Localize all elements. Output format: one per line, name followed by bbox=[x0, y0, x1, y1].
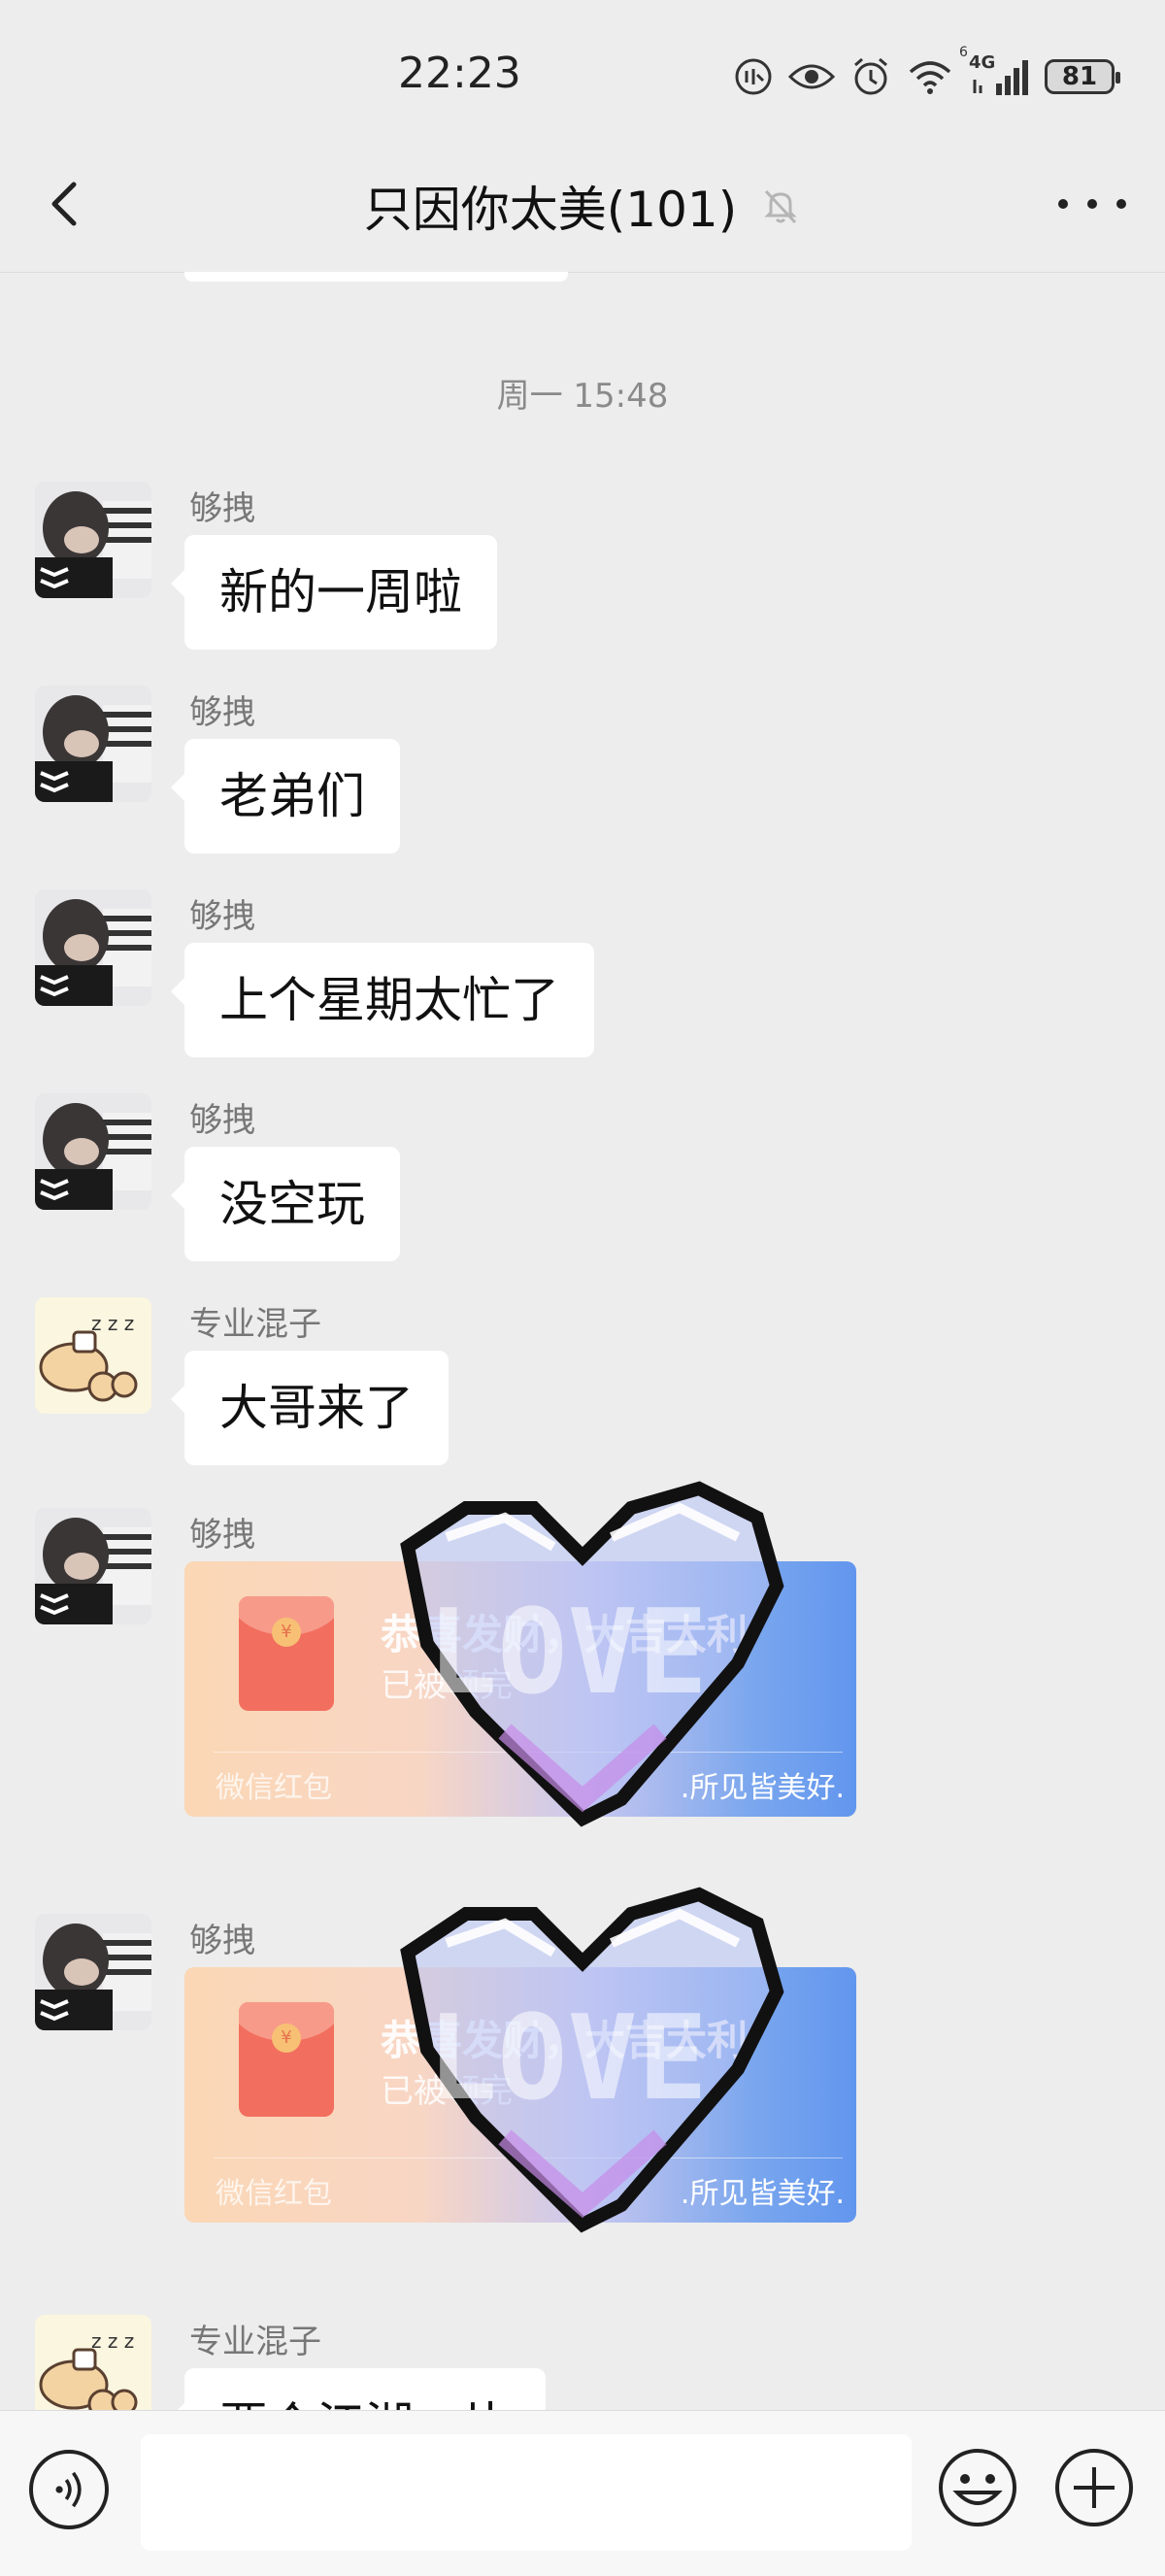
avatar[interactable] bbox=[35, 686, 151, 802]
message-bubble[interactable]: 要个江湖一片 bbox=[171, 2368, 546, 2410]
red-packet-label: 微信红包 bbox=[216, 1771, 332, 1805]
eye-icon bbox=[788, 64, 835, 89]
message-row: 够拽 ¥ 恭喜发财，大吉大利 已被领完 微信红包 .所见皆美好. LOVE bbox=[0, 1887, 1165, 2273]
message-bubble[interactable]: 新的一周啦 bbox=[171, 535, 497, 650]
status-time: 22:23 bbox=[398, 49, 521, 98]
plus-icon[interactable] bbox=[1052, 2446, 1136, 2529]
avatar[interactable] bbox=[35, 1914, 151, 2030]
avatar[interactable] bbox=[35, 889, 151, 1006]
red-packet-icon: ¥ bbox=[239, 2002, 334, 2117]
message-row: 够拽 老弟们 bbox=[0, 686, 1165, 860]
message-row: 够拽 上个星期太忙了 bbox=[0, 889, 1165, 1064]
message-row: 够拽 ¥ 恭喜发财，大吉大利 已被领完 微信红包 .所见皆美好. LOVE bbox=[0, 1481, 1165, 1867]
sender-name: 够拽 bbox=[189, 1101, 255, 1140]
avatar[interactable]: z z z bbox=[35, 1297, 151, 1414]
red-packet-status: 已被领完 bbox=[381, 1666, 513, 1705]
red-packet-label: 微信红包 bbox=[216, 2177, 332, 2211]
status-bar: 22:23 4G 6 81 bbox=[0, 0, 1165, 155]
voice-icon[interactable] bbox=[29, 2450, 109, 2529]
wifi-icon bbox=[909, 61, 951, 94]
avatar[interactable] bbox=[35, 1093, 151, 1210]
status-icons: 4G 6 81 bbox=[734, 45, 1120, 99]
chat-timestamp: 周一 15:48 bbox=[496, 377, 669, 416]
input-bar bbox=[0, 2410, 1165, 2576]
sender-name: 够拽 bbox=[189, 489, 255, 528]
message-row: 够拽 没空玩 bbox=[0, 1093, 1165, 1268]
battery-icon: 81 bbox=[1045, 59, 1120, 94]
sender-name: 够拽 bbox=[189, 1922, 255, 1960]
avatar[interactable]: z z z bbox=[35, 2315, 151, 2410]
mute-bell-icon bbox=[764, 189, 797, 224]
message-bubble[interactable]: 上个星期太忙了 bbox=[171, 943, 594, 1057]
red-packet-icon: ¥ bbox=[239, 1596, 334, 1711]
svg-text:z z z: z z z bbox=[91, 1312, 134, 1335]
message-input[interactable] bbox=[141, 2434, 912, 2551]
avatar[interactable] bbox=[35, 482, 151, 598]
message-row: z z z 专业混子 要个江湖一片 bbox=[0, 2315, 1165, 2410]
message-bubble[interactable]: 大哥来了 bbox=[171, 1351, 449, 1465]
message-bubble[interactable]: 老弟们 bbox=[171, 739, 400, 853]
message-bubble[interactable]: 没空玩 bbox=[171, 1147, 400, 1261]
message-row: 够拽 新的一周啦 bbox=[0, 482, 1165, 656]
red-packet-card[interactable]: ¥ 恭喜发财，大吉大利 已被领完 微信红包 .所见皆美好. bbox=[184, 1561, 856, 1817]
avatar[interactable] bbox=[35, 1508, 151, 1624]
message-row: z z z 专业混子 大哥来了 bbox=[0, 1297, 1165, 1472]
red-packet-signature: .所见皆美好. bbox=[680, 2177, 845, 2211]
signal-sup: 6 bbox=[959, 45, 968, 60]
red-packet-title: 恭喜发财，大吉大利 bbox=[381, 1611, 749, 1658]
sender-name: 够拽 bbox=[189, 693, 255, 732]
alarm-icon bbox=[854, 57, 887, 95]
sender-name: 专业混子 bbox=[189, 1305, 321, 1344]
red-packet-card[interactable]: ¥ 恭喜发财，大吉大利 已被领完 微信红包 .所见皆美好. bbox=[184, 1967, 856, 2223]
page-title: 只因你太美(101) bbox=[363, 182, 738, 238]
red-packet-signature: .所见皆美好. bbox=[680, 1771, 845, 1805]
sender-name: 够拽 bbox=[189, 1516, 255, 1555]
hd-call-icon bbox=[735, 58, 772, 95]
signal-icon: 4G 6 bbox=[959, 45, 1029, 97]
red-packet-status: 已被领完 bbox=[381, 2072, 513, 2111]
sender-name: 专业混子 bbox=[189, 2323, 321, 2361]
previous-message-edge bbox=[184, 272, 568, 282]
chat-header: 只因你太美(101) bbox=[0, 136, 1165, 273]
more-icon[interactable] bbox=[1058, 184, 1126, 223]
sender-name: 够拽 bbox=[189, 897, 255, 936]
emoji-icon[interactable] bbox=[936, 2446, 1019, 2529]
red-packet-title: 恭喜发财，大吉大利 bbox=[381, 2017, 749, 2064]
svg-text:z z z: z z z bbox=[91, 2329, 134, 2353]
divider bbox=[214, 1752, 843, 1753]
